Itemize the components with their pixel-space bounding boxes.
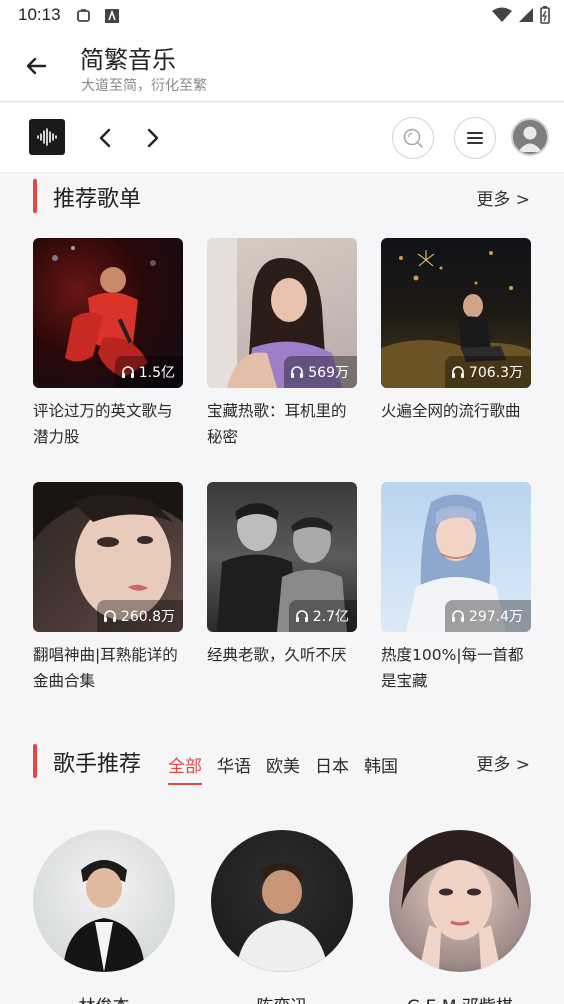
play-count-value: 2.7亿 xyxy=(312,609,349,625)
tab-chinese[interactable]: 华语 xyxy=(217,752,251,783)
headphones-icon xyxy=(103,610,116,622)
signal-icon xyxy=(519,8,533,22)
play-count: 569万 xyxy=(284,356,357,388)
playlist-cover: 2.7亿 xyxy=(207,482,357,632)
app-title: 简繁音乐 xyxy=(80,46,176,74)
singer-photo xyxy=(211,830,353,972)
singer-card[interactable]: G.E.M.邓紫棋 xyxy=(389,830,531,1004)
play-count-value: 297.4万 xyxy=(468,609,523,625)
search-button[interactable] xyxy=(392,117,434,159)
back-button[interactable] xyxy=(20,50,52,82)
tab-western[interactable]: 欧美 xyxy=(266,752,300,783)
menu-icon xyxy=(467,132,483,144)
tab-korea[interactable]: 韩国 xyxy=(364,752,398,783)
tab-japan[interactable]: 日本 xyxy=(315,752,349,783)
singer-name: 陈奕迅 xyxy=(211,992,353,1004)
playlists-title: 推荐歌单 xyxy=(53,187,142,212)
next-button[interactable] xyxy=(138,123,168,153)
chevron-left-icon xyxy=(99,128,111,148)
battery-icon xyxy=(540,6,550,24)
play-count-value: 706.3万 xyxy=(468,365,523,381)
playlist-card[interactable]: 569万 宝藏热歌：耳机里的秘密 xyxy=(207,238,357,450)
status-bar: 10:13 xyxy=(0,0,564,32)
singers-more-link[interactable]: 更多 > xyxy=(476,750,530,775)
playlist-title: 火遍全网的流行歌曲 xyxy=(381,402,521,420)
headphones-icon xyxy=(291,366,304,378)
play-count: 2.7亿 xyxy=(288,600,357,632)
singer-card[interactable]: 林俊杰 xyxy=(33,830,175,1004)
arrow-left-icon xyxy=(26,57,47,75)
playlist-cover: 706.3万 xyxy=(381,238,531,388)
prev-button[interactable] xyxy=(90,123,120,153)
play-count-value: 1.5亿 xyxy=(138,365,175,381)
playlist-title: 宝藏热歌：耳机里的秘密 xyxy=(207,402,347,446)
app-bar: 简繁音乐 大道至简，衍化至繁 xyxy=(0,32,564,102)
singer-photo xyxy=(389,830,531,972)
play-count: 1.5亿 xyxy=(114,356,183,388)
play-count-value: 260.8万 xyxy=(120,609,175,625)
user-avatar-icon xyxy=(518,126,542,152)
playlist-title: 热度100%|每一首都是宝藏 xyxy=(381,646,524,690)
playlist-cover: 569万 xyxy=(207,238,357,388)
search-icon xyxy=(403,128,423,148)
app-logo[interactable] xyxy=(29,119,65,155)
singer-card[interactable]: 陈奕迅 xyxy=(211,830,353,1004)
play-count-value: 569万 xyxy=(308,365,349,381)
section-accent-bar xyxy=(33,179,37,213)
headphones-icon xyxy=(451,366,464,378)
headphones-icon xyxy=(121,366,134,378)
singer-region-tabs: 全部 华语 欧美 日本 韩国 xyxy=(168,752,398,785)
playlist-card[interactable]: 1.5亿 评论过万的英文歌与潜力股 xyxy=(33,238,183,450)
singer-name: 林俊杰 xyxy=(33,992,175,1004)
playlist-title: 经典老歌，久听不厌 xyxy=(207,646,347,664)
toolbar xyxy=(0,103,564,173)
status-time: 10:13 xyxy=(18,5,61,24)
play-count: 297.4万 xyxy=(444,600,531,632)
chevron-right-icon xyxy=(147,128,159,148)
singers-title: 歌手推荐 xyxy=(53,752,142,777)
app-notification-icon xyxy=(105,9,119,23)
singer-photo xyxy=(33,830,175,972)
gallery-notification-icon xyxy=(77,9,90,22)
playlist-cover: 1.5亿 xyxy=(33,238,183,388)
app-subtitle: 大道至简，衍化至繁 xyxy=(81,78,207,94)
singer-name: G.E.M.邓紫棋 xyxy=(389,992,531,1004)
playlist-card[interactable]: 260.8万 翻唱神曲|耳熟能详的金曲合集 xyxy=(33,482,183,694)
sound-wave-icon xyxy=(37,128,57,146)
play-count: 260.8万 xyxy=(96,600,183,632)
menu-button[interactable] xyxy=(454,117,496,159)
playlist-title: 评论过万的英文歌与潜力股 xyxy=(33,402,173,446)
section-accent-bar xyxy=(33,744,37,778)
playlists-section-header: 推荐歌单 更多 > xyxy=(0,177,564,217)
play-count: 706.3万 xyxy=(444,356,531,388)
playlist-cover: 297.4万 xyxy=(381,482,531,632)
headphones-icon xyxy=(451,610,464,622)
user-avatar[interactable] xyxy=(511,118,549,156)
playlist-title: 翻唱神曲|耳熟能详的金曲合集 xyxy=(33,646,178,690)
playlist-card[interactable]: 2.7亿 经典老歌，久听不厌 xyxy=(207,482,357,668)
playlist-card[interactable]: 706.3万 火遍全网的流行歌曲 xyxy=(381,238,531,424)
headphones-icon xyxy=(295,610,308,622)
tab-all[interactable]: 全部 xyxy=(168,752,202,785)
playlists-more-link[interactable]: 更多 > xyxy=(476,185,530,210)
playlist-card[interactable]: 297.4万 热度100%|每一首都是宝藏 xyxy=(381,482,531,694)
playlist-cover: 260.8万 xyxy=(33,482,183,632)
wifi-icon xyxy=(492,7,512,22)
